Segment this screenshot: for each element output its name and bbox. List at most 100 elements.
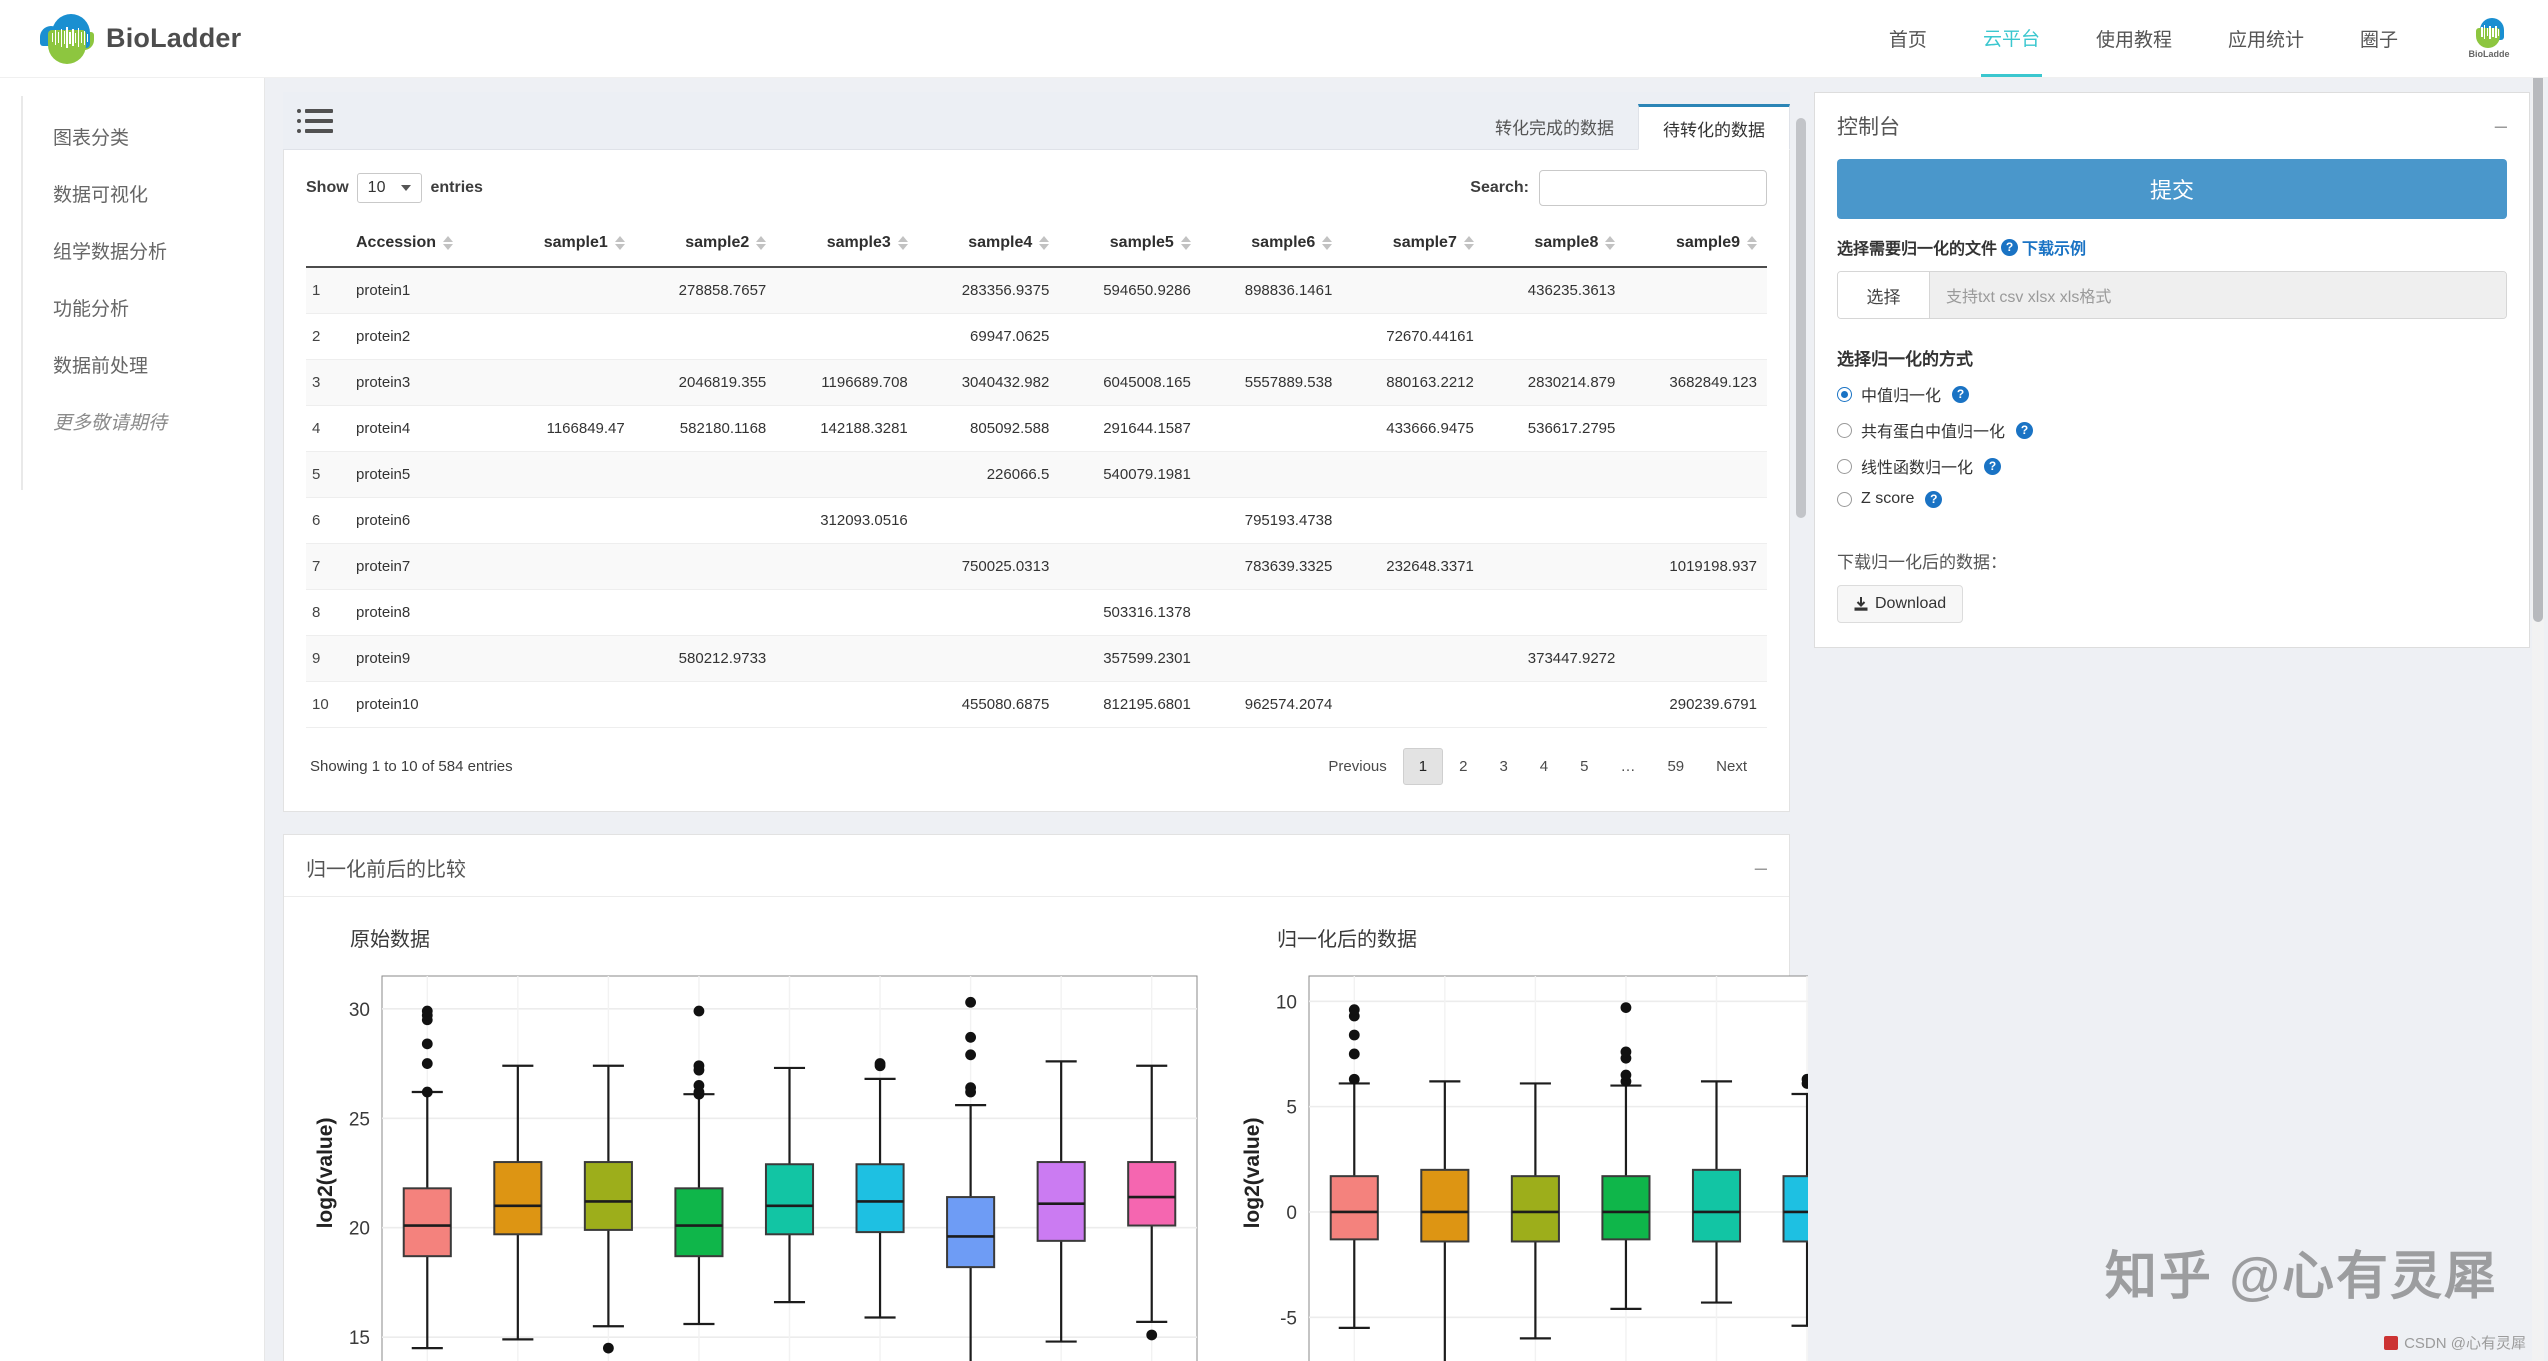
cell-sample7: 232648.3371 xyxy=(1342,543,1484,590)
cell-sample3: 1196689.708 xyxy=(776,359,918,406)
table-row[interactable]: 3 protein3 2046819.355 1196689.708 3040432.9… xyxy=(306,359,1767,406)
pagination-previous[interactable]: Previous xyxy=(1312,748,1402,785)
pagination-next[interactable]: Next xyxy=(1700,748,1763,785)
tab-converted-data[interactable]: 转化完成的数据 xyxy=(1471,103,1638,149)
sidebar-item-chart-category[interactable]: 图表分类 xyxy=(23,108,264,165)
nav-item-home[interactable]: 首页 xyxy=(1887,0,1929,77)
radio-shared-protein-median-normalization[interactable]: 共有蛋白中值归一化 ? xyxy=(1837,418,2507,442)
cell-accession: protein10 xyxy=(340,681,502,728)
download-button[interactable]: Download xyxy=(1837,585,1964,623)
help-icon[interactable]: ? xyxy=(1984,457,2002,475)
radio-linear-function-normalization[interactable]: 线性函数归一化 ? xyxy=(1837,454,2507,478)
cell-sample8 xyxy=(1483,497,1626,544)
radio-icon[interactable] xyxy=(1837,422,1852,438)
page-scrollbar[interactable] xyxy=(2532,62,2544,1361)
menu-list-icon[interactable] xyxy=(297,109,333,133)
column-sample1[interactable]: sample1 xyxy=(501,228,635,268)
brand[interactable]: BioLadder xyxy=(40,13,241,64)
file-picker[interactable]: 选择 支持txt csv xlsx xls格式 xyxy=(1837,271,2507,319)
minus-icon[interactable]: – xyxy=(2495,115,2507,137)
cell-sample8 xyxy=(1483,313,1626,360)
download-example-link[interactable]: 下载示例 xyxy=(2022,235,2086,259)
pagination-page-2[interactable]: 2 xyxy=(1443,748,1483,785)
cell-sample9 xyxy=(1625,589,1767,636)
table-row[interactable]: 4 protein4 1166849.47 582180.1168 142188.328… xyxy=(306,405,1767,452)
table-row[interactable]: 5 protein5 226066.5 540079.1981 xyxy=(306,451,1767,498)
help-icon[interactable]: ? xyxy=(2016,421,2034,439)
column-sample9[interactable]: sample9 xyxy=(1625,228,1767,268)
radio-icon[interactable] xyxy=(1837,386,1852,402)
pagination-page-4[interactable]: 4 xyxy=(1524,748,1564,785)
csdn-logo-icon xyxy=(2384,1335,2399,1350)
column-accession[interactable]: Accession xyxy=(340,228,502,268)
cell-sample7 xyxy=(1342,589,1484,636)
cell-sample9 xyxy=(1625,497,1767,544)
radio-z-score[interactable]: Z score ? xyxy=(1837,490,2507,508)
chart-normalized-data: 归一化后的数据 -5 0 5 10 log2(value) xyxy=(1221,909,1808,1361)
pagination-page-5[interactable]: 5 xyxy=(1564,748,1604,785)
cell-sample6: 795193.4738 xyxy=(1200,497,1343,544)
pagination-page-3[interactable]: 3 xyxy=(1483,748,1523,785)
help-icon[interactable]: ? xyxy=(2001,238,2019,256)
column-label: sample2 xyxy=(685,234,750,251)
sidebar-item-data-preprocessing[interactable]: 数据前处理 xyxy=(23,336,264,393)
help-icon[interactable]: ? xyxy=(1952,385,1970,403)
table-row[interactable]: 6 protein6 312093.0516 795193.4738 xyxy=(306,497,1767,544)
table-row[interactable]: 8 protein8 503316.1378 xyxy=(306,589,1767,636)
cell-accession: protein2 xyxy=(340,313,502,360)
main-content: 转化完成的数据 待转化的数据 Show 10 entries Search: A… xyxy=(265,78,1808,1361)
cell-sample6 xyxy=(1200,451,1343,498)
file-path-field[interactable]: 支持txt csv xlsx xls格式 xyxy=(1930,272,2506,318)
column-sample5[interactable]: sample5 xyxy=(1059,228,1201,268)
inner-scrollbar[interactable] xyxy=(1796,118,1806,838)
column-sample6[interactable]: sample6 xyxy=(1200,228,1343,268)
column-sample2[interactable]: sample2 xyxy=(634,228,777,268)
column-sample4[interactable]: sample4 xyxy=(917,228,1060,268)
table-row[interactable]: 1 protein1 278858.7657 283356.9375 594650.92… xyxy=(306,267,1767,314)
table-row[interactable]: 9 protein9 580212.9733 357599.2301 373447.92… xyxy=(306,635,1767,682)
row-index: 5 xyxy=(306,451,340,498)
sort-icon xyxy=(1322,236,1333,250)
search-label: Search: xyxy=(1470,179,1529,196)
tab-pending-data[interactable]: 待转化的数据 xyxy=(1638,104,1790,150)
cell-sample8: 536617.2795 xyxy=(1483,405,1626,452)
chart-panel-header: 归一化前后的比较 – xyxy=(284,835,1789,897)
table-row[interactable]: 7 protein7 750025.0313 783639.3325 232648.33… xyxy=(306,543,1767,590)
column-sample7[interactable]: sample7 xyxy=(1342,228,1484,268)
cell-sample5 xyxy=(1059,313,1201,360)
radio-icon[interactable] xyxy=(1837,458,1852,474)
radio-icon[interactable] xyxy=(1837,491,1852,507)
table-row[interactable]: 10 protein10 455080.6875 812195.6801 962574.… xyxy=(306,681,1767,728)
data-table-card: Show 10 entries Search: Accession sample… xyxy=(283,150,1790,812)
boxplot-svg: 15 20 25 30 log2(value) xyxy=(314,975,1198,1361)
nav-item-tutorial[interactable]: 使用教程 xyxy=(2094,0,2174,77)
nav-item-community[interactable]: 圈子 xyxy=(2358,0,2400,77)
cell-sample5: 540079.1981 xyxy=(1059,451,1201,498)
column-sample8[interactable]: sample8 xyxy=(1483,228,1626,268)
sidebar-item-function-analysis[interactable]: 功能分析 xyxy=(23,279,264,336)
svg-text:20: 20 xyxy=(349,1219,370,1240)
cell-sample4 xyxy=(917,635,1060,682)
radio-median-normalization[interactable]: 中值归一化 ? xyxy=(1837,382,2507,406)
page-size-select[interactable]: 10 xyxy=(356,173,423,203)
choose-file-button[interactable]: 选择 xyxy=(1838,272,1930,318)
cell-sample2 xyxy=(634,313,777,360)
table-row[interactable]: 2 protein2 69947.0625 72670.44161 xyxy=(306,313,1767,360)
sort-icon xyxy=(1605,236,1616,250)
chevron-down-icon xyxy=(401,185,412,191)
cell-sample7: 72670.44161 xyxy=(1342,313,1484,360)
row-index: 10 xyxy=(306,681,340,728)
column-sample3[interactable]: sample3 xyxy=(776,228,918,268)
nav-item-cloud-platform[interactable]: 云平台 xyxy=(1980,0,2042,77)
svg-text:0: 0 xyxy=(1286,1203,1297,1224)
avatar[interactable]: BioLadde xyxy=(2466,16,2512,62)
pagination-page-59[interactable]: 59 xyxy=(1651,748,1700,785)
sidebar-item-data-visualization[interactable]: 数据可视化 xyxy=(23,165,264,222)
minus-icon[interactable]: – xyxy=(1755,856,1767,878)
help-icon[interactable]: ? xyxy=(1925,490,1943,508)
sidebar-item-omics-analysis[interactable]: 组学数据分析 xyxy=(23,222,264,279)
pagination-page-1[interactable]: 1 xyxy=(1402,748,1444,785)
submit-button[interactable]: 提交 xyxy=(1837,159,2507,219)
search-input[interactable] xyxy=(1539,170,1767,206)
nav-item-app-stats[interactable]: 应用统计 xyxy=(2226,0,2306,77)
